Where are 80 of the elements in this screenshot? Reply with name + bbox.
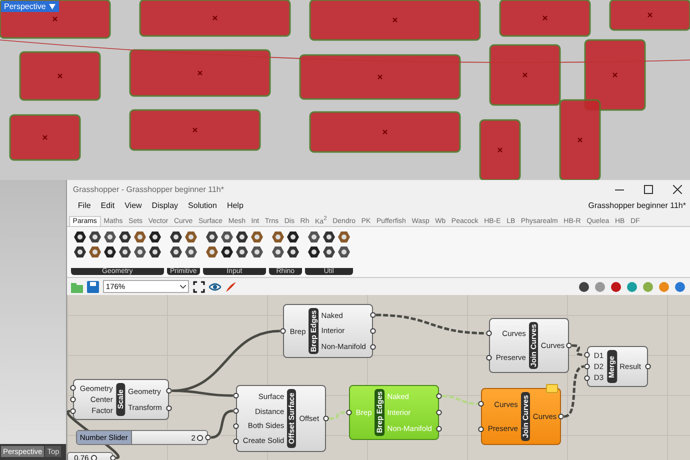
- component-icon[interactable]: [286, 246, 299, 258]
- port-icon[interactable]: [205, 434, 211, 440]
- preview-mode-icon[interactable]: [578, 280, 590, 292]
- component-icon[interactable]: [74, 246, 86, 258]
- component-icon[interactable]: [170, 246, 182, 258]
- window-title: Grasshopper - Grasshopper beginner 11h*: [72, 184, 224, 194]
- zoom-extents-icon[interactable]: [192, 280, 205, 292]
- port-icon[interactable]: [436, 426, 442, 432]
- component-icon[interactable]: [236, 231, 248, 243]
- component-icon[interactable]: [220, 231, 233, 243]
- component-icon[interactable]: [236, 246, 248, 258]
- slider-handle[interactable]: [197, 434, 204, 440]
- wire: [442, 394, 478, 405]
- menu-item[interactable]: Solution: [183, 201, 222, 210]
- eye-icon[interactable]: [208, 280, 221, 292]
- wire: [572, 344, 584, 356]
- port-icon[interactable]: [370, 312, 376, 318]
- component-icon[interactable]: [338, 246, 350, 258]
- component-icon[interactable]: [118, 231, 131, 243]
- menu-item[interactable]: Help: [222, 201, 248, 210]
- port-icon[interactable]: [436, 393, 442, 399]
- document-title: Grasshopper beginner 11h*: [588, 201, 687, 210]
- port-icon[interactable]: [486, 330, 492, 336]
- port-icon[interactable]: [436, 410, 442, 416]
- preview-mode-icon[interactable]: [674, 280, 686, 292]
- port-icon[interactable]: [645, 364, 651, 370]
- component-icon[interactable]: [272, 246, 284, 258]
- component-icon[interactable]: [206, 231, 218, 243]
- port-icon[interactable]: [558, 414, 564, 420]
- component-icon[interactable]: [322, 246, 335, 258]
- component-icon[interactable]: [148, 246, 161, 258]
- port-icon[interactable]: [280, 328, 286, 334]
- port-icon[interactable]: [370, 328, 376, 334]
- component-icon[interactable]: [220, 246, 233, 258]
- wire: [328, 411, 346, 420]
- port-icon[interactable]: [346, 410, 352, 416]
- caret-icon: [180, 284, 186, 288]
- menu-item[interactable]: Display: [146, 201, 184, 210]
- caret-icon: [48, 4, 56, 10]
- component-icon[interactable]: [104, 231, 116, 243]
- component-icon[interactable]: [184, 246, 197, 258]
- port-icon[interactable]: [323, 416, 329, 422]
- port-icon[interactable]: [233, 408, 239, 414]
- port-icon[interactable]: [478, 400, 484, 407]
- component-icon[interactable]: [74, 231, 86, 243]
- port-icon[interactable]: [233, 392, 239, 398]
- component-icon[interactable]: [118, 246, 131, 258]
- component-icon[interactable]: [104, 246, 116, 258]
- maximize-icon[interactable]: [644, 184, 653, 194]
- port-icon[interactable]: [110, 455, 116, 460]
- component-icon[interactable]: [88, 231, 101, 243]
- warning-flag-icon: [546, 384, 558, 393]
- component-icon[interactable]: [250, 246, 263, 258]
- component-icon[interactable]: [134, 246, 146, 258]
- port-icon[interactable]: [166, 405, 172, 412]
- component-icon[interactable]: [170, 231, 182, 243]
- component-icon[interactable]: [286, 231, 299, 243]
- viewport-label[interactable]: Perspective: [1, 1, 59, 12]
- port-icon[interactable]: [478, 426, 484, 432]
- component-icon[interactable]: [308, 231, 320, 243]
- port-icon[interactable]: [486, 354, 492, 361]
- component-icon[interactable]: [322, 231, 335, 243]
- menu-item[interactable]: Edit: [96, 201, 120, 210]
- wire: [564, 365, 584, 418]
- port-icon[interactable]: [233, 438, 239, 444]
- menu-item[interactable]: View: [120, 201, 147, 210]
- brush-icon[interactable]: [224, 280, 237, 292]
- save-icon[interactable]: [86, 280, 99, 292]
- menu-item[interactable]: File: [72, 201, 96, 210]
- port-icon[interactable]: [233, 423, 239, 429]
- viewport-name: Perspective: [4, 2, 46, 11]
- slider-handle[interactable]: [90, 455, 97, 460]
- component-icon[interactable]: [148, 231, 161, 243]
- preview-mode-icon[interactable]: [610, 280, 622, 292]
- port-icon[interactable]: [166, 388, 172, 394]
- close-icon[interactable]: [673, 184, 682, 194]
- port-icon[interactable]: [370, 344, 376, 350]
- wire: [210, 410, 234, 439]
- component-icon[interactable]: [308, 246, 320, 258]
- port-icon[interactable]: [566, 342, 572, 348]
